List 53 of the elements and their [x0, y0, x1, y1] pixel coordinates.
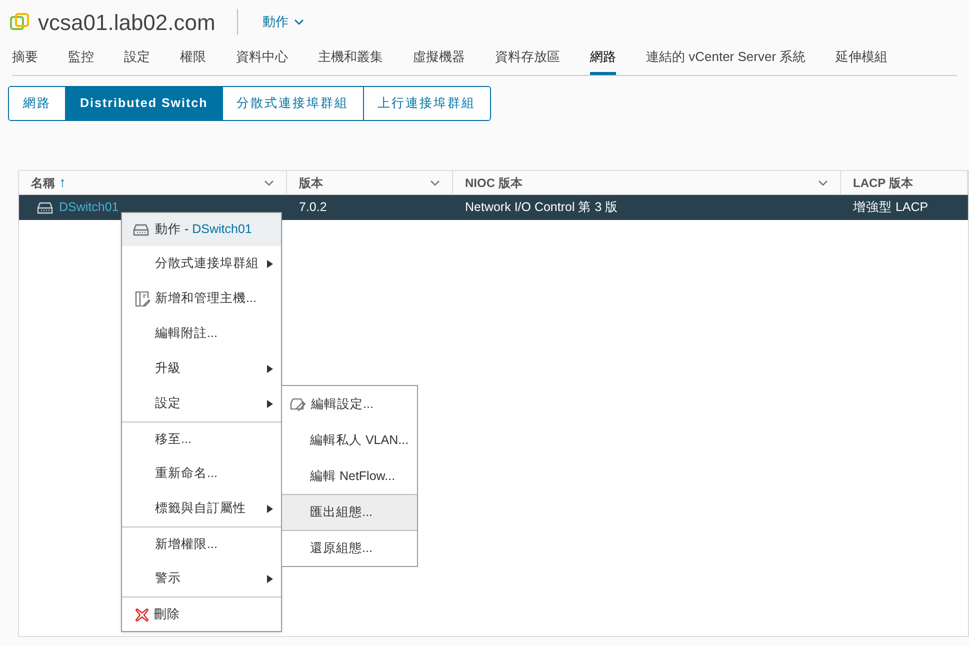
- table-cell-text: Network I/O Control 第 3 版: [465, 199, 618, 216]
- menu-item[interactable]: 分散式連接埠群組: [122, 246, 281, 281]
- switch-edit-icon: [290, 397, 306, 411]
- menu-item[interactable]: 升級: [122, 351, 281, 386]
- host-edit-icon: [135, 290, 150, 306]
- switch-icon: [133, 224, 149, 236]
- submenu-arrow-icon: [267, 400, 273, 408]
- menu-item[interactable]: 設定: [122, 386, 281, 421]
- switch-link[interactable]: DSwitch01: [59, 198, 119, 217]
- menu-item[interactable]: 編輯附註...: [122, 316, 281, 351]
- subtab-button[interactable]: 網路: [9, 87, 65, 120]
- submenu-arrow-icon: [267, 504, 273, 512]
- page-title: vcsa01.lab02.com: [38, 8, 216, 36]
- nav-tab[interactable]: 連結的 vCenter Server 系統: [646, 43, 806, 75]
- subtab-button[interactable]: 上行連接埠群組: [362, 87, 490, 120]
- column-menu-icon: [264, 180, 274, 186]
- switch-icon: [37, 202, 53, 214]
- nav-tab[interactable]: 資料中心: [236, 43, 288, 75]
- delete-icon: [135, 608, 149, 622]
- menu-item[interactable]: 重新命名...: [122, 456, 281, 491]
- nav-tab[interactable]: 延伸模組: [836, 43, 888, 75]
- nav-tab[interactable]: 資料存放區: [495, 43, 560, 75]
- column-menu-icon: [430, 180, 440, 186]
- menu-item[interactable]: 標籤與自訂屬性: [122, 491, 281, 526]
- chevron-down-icon: [294, 19, 304, 25]
- nav-tab[interactable]: 權限: [180, 43, 206, 75]
- subtab-button[interactable]: Distributed Switch: [65, 87, 222, 120]
- nav-tab[interactable]: 網路: [590, 43, 616, 75]
- menu-item[interactable]: 新增和管理主機...: [122, 281, 281, 316]
- nav-tab[interactable]: 主機和叢集: [318, 43, 383, 75]
- column-menu-icon: [818, 180, 828, 186]
- nav-tab[interactable]: 摘要: [12, 43, 38, 75]
- vcenter-logo-icon: [10, 12, 30, 32]
- nav-tab[interactable]: 監控: [68, 43, 94, 75]
- column-header[interactable]: 名稱 ↑: [19, 171, 287, 194]
- menu-item[interactable]: 匯出組態...: [282, 494, 417, 530]
- table-row[interactable]: DSwitch01 7.0.2 Network I/O Control 第 3 版 增強型 LACP: [19, 195, 968, 220]
- subtab-button[interactable]: 分散式連接埠群組: [222, 87, 363, 120]
- table-cell-text: 7.0.2: [299, 199, 327, 216]
- submenu-arrow-icon: [267, 574, 273, 582]
- actions-menu-button[interactable]: 動作: [262, 12, 304, 32]
- menu-item[interactable]: 警示: [122, 561, 281, 596]
- table-cell-text: 增強型 LACP: [853, 199, 928, 216]
- submenu-arrow-icon: [267, 260, 273, 268]
- column-header[interactable]: NIOC 版本: [453, 171, 841, 194]
- menu-header-target: DSwitch01: [192, 222, 252, 236]
- nav-tab[interactable]: 設定: [124, 43, 150, 75]
- submenu-arrow-icon: [267, 364, 273, 372]
- column-header[interactable]: 版本: [287, 171, 453, 194]
- nav-tab[interactable]: 虛擬機器: [413, 43, 465, 75]
- menu-item[interactable]: 刪除: [122, 596, 281, 631]
- column-header[interactable]: LACP 版本: [841, 171, 968, 194]
- menu-header-label: 動作 -: [155, 222, 189, 236]
